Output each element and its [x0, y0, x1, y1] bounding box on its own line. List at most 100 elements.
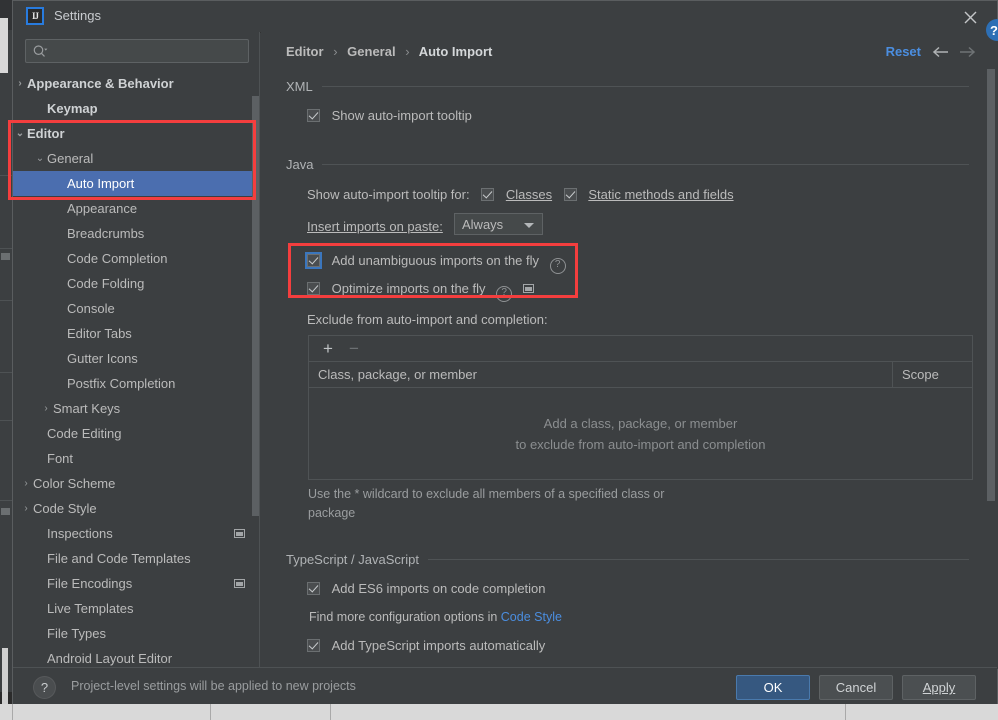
sidebar-item-label: Smart Keys	[53, 401, 121, 416]
sidebar-item-label: Auto Import	[67, 176, 135, 191]
section-java: Java	[286, 157, 969, 172]
sidebar-item-android-layout-editor[interactable]: Android Layout Editor	[13, 646, 259, 669]
chevron-right-icon[interactable]: ›	[39, 396, 53, 421]
es6-imports-checkbox[interactable]	[307, 582, 320, 595]
sidebar-item-appearance[interactable]: Appearance	[13, 196, 259, 221]
project-scope-icon	[522, 284, 534, 293]
chevron-down-icon[interactable]: ⌄	[13, 121, 27, 146]
show-auto-import-tooltip-row[interactable]: Show auto-import tooltip	[307, 108, 472, 123]
optimize-imports-row[interactable]: Optimize imports on the fly ?	[307, 281, 534, 302]
section-divider	[321, 85, 969, 87]
sidebar-item-label: Appearance & Behavior	[27, 76, 174, 91]
breadcrumb-auto-import: Auto Import	[418, 44, 493, 59]
sidebar-item-general[interactable]: ⌄ General	[13, 146, 259, 171]
sidebar-item-code-editing[interactable]: Code Editing	[13, 421, 259, 446]
chevron-right-icon[interactable]: ›	[19, 496, 33, 521]
code-style-link[interactable]: Code Style	[501, 610, 562, 624]
sidebar-item-code-style[interactable]: › Code Style	[13, 496, 259, 521]
sidebar-item-keymap[interactable]: Keymap	[13, 96, 259, 121]
optimize-imports-checkbox[interactable]	[307, 282, 320, 295]
taskbar-divider	[210, 704, 211, 720]
arrow-right-icon[interactable]	[957, 42, 977, 62]
sidebar-item-inspections[interactable]: Inspections	[13, 521, 259, 546]
help-icon[interactable]: ?	[496, 286, 513, 302]
cancel-button[interactable]: Cancel	[819, 675, 893, 700]
insert-imports-value: Always	[462, 216, 504, 232]
search-box[interactable]	[25, 39, 249, 63]
sidebar-item-code-completion[interactable]: Code Completion	[13, 246, 259, 271]
sidebar-item-live-templates[interactable]: Live Templates	[13, 596, 259, 621]
sidebar-item-label: Editor	[27, 126, 65, 141]
remove-button[interactable]: −	[344, 339, 364, 359]
sidebar-item-editor[interactable]: ⌄ Editor	[13, 121, 259, 146]
content-scrollbar-thumb[interactable]	[987, 69, 995, 501]
add-unambiguous-checkbox[interactable]	[305, 252, 322, 269]
static-methods-label[interactable]: Static methods and fields	[588, 187, 733, 202]
sidebar-item-font[interactable]: Font	[13, 446, 259, 471]
sidebar-item-label: Code Completion	[67, 251, 168, 266]
ts-auto-imports-row[interactable]: Add TypeScript imports automatically	[307, 638, 545, 653]
settings-content: Editor › General › Auto Import Reset XML…	[261, 32, 998, 669]
sidebar-item-editor-tabs[interactable]: Editor Tabs	[13, 321, 259, 346]
classes-label[interactable]: Classes	[506, 187, 552, 202]
ts-auto-imports-checkbox[interactable]	[307, 639, 320, 652]
sidebar-item-breadcrumbs[interactable]: Breadcrumbs	[13, 221, 259, 246]
breadcrumb-general[interactable]: General	[347, 44, 395, 59]
exclude-table-empty-state: Add a class, package, or member to exclu…	[309, 388, 972, 480]
apply-button[interactable]: Apply	[902, 675, 976, 700]
sidebar-item-console[interactable]: Console	[13, 296, 259, 321]
sidebar-item-label: Gutter Icons	[67, 351, 138, 366]
reset-button[interactable]: Reset	[886, 44, 921, 59]
tooltip-for-label: Show auto-import tooltip for:	[307, 187, 470, 202]
help-icon[interactable]: ?	[549, 258, 566, 274]
dialog-title: Settings	[54, 8, 101, 23]
help-icon[interactable]: ?	[33, 676, 56, 699]
dialog-footer: ? Project-level settings will be applied…	[13, 667, 997, 705]
breadcrumb-editor[interactable]: Editor	[286, 44, 324, 59]
sidebar-item-label: Font	[47, 451, 74, 466]
sidebar-item-auto-import[interactable]: Auto Import	[13, 171, 259, 196]
add-button[interactable]: +	[318, 339, 338, 359]
sidebar-item-appearance-behavior[interactable]: › Appearance & Behavior	[13, 71, 259, 96]
add-unambiguous-label: Add unambiguous imports on the fly	[331, 253, 540, 268]
ide-bg-divider	[0, 175, 12, 176]
ok-button[interactable]: OK	[736, 675, 810, 700]
sidebar-item-file-and-code-templates[interactable]: File and Code Templates	[13, 546, 259, 571]
chevron-right-icon[interactable]: ›	[19, 471, 33, 496]
column-header-class[interactable]: Class, package, or member	[309, 367, 892, 382]
chevron-down-icon[interactable]: ⌄	[33, 146, 47, 171]
chevron-right-icon[interactable]: ›	[13, 71, 27, 96]
sidebar-scrollbar-thumb[interactable]	[252, 96, 259, 516]
wildcard-hint: Use the * wildcard to exclude all member…	[308, 487, 665, 520]
settings-sidebar: › Appearance & Behavior Keymap ⌄ Editor ⌄ Gene…	[13, 32, 260, 669]
sidebar-item-gutter-icons[interactable]: Gutter Icons	[13, 346, 259, 371]
es6-imports-label: Add ES6 imports on code completion	[331, 581, 546, 596]
arrow-left-icon[interactable]	[931, 42, 951, 62]
sidebar-item-code-folding[interactable]: Code Folding	[13, 271, 259, 296]
static-methods-checkbox[interactable]	[563, 188, 577, 201]
sidebar-item-file-encodings[interactable]: File Encodings	[13, 571, 259, 596]
sidebar-item-label: Appearance	[67, 201, 138, 216]
logo-text: IJ	[31, 10, 39, 21]
search-input[interactable]	[25, 39, 249, 63]
screen: IJ Settings › Appearance & Behavior Keym…	[0, 0, 998, 720]
insert-imports-select[interactable]: Always	[454, 213, 543, 235]
exclude-table-toolbar: + −	[309, 336, 972, 362]
column-header-scope[interactable]: Scope	[892, 362, 972, 387]
sidebar-item-color-scheme[interactable]: › Color Scheme	[13, 471, 259, 496]
sidebar-item-file-types[interactable]: File Types	[13, 621, 259, 646]
show-auto-import-tooltip-checkbox[interactable]	[307, 109, 320, 122]
ide-bg-scrollbar[interactable]	[2, 648, 8, 710]
es6-imports-row[interactable]: Add ES6 imports on code completion	[307, 581, 546, 596]
sidebar-item-smart-keys[interactable]: › Smart Keys	[13, 396, 259, 421]
sidebar-scrollbar-track[interactable]	[251, 71, 259, 669]
taskbar-divider	[330, 704, 331, 720]
add-unambiguous-row[interactable]: Add unambiguous imports on the fly ?	[305, 252, 566, 274]
sidebar-item-label: General	[47, 151, 94, 166]
taskbar-divider	[845, 704, 846, 720]
sidebar-item-postfix-completion[interactable]: Postfix Completion	[13, 371, 259, 396]
classes-checkbox[interactable]	[481, 188, 495, 201]
close-icon[interactable]	[959, 6, 981, 28]
find-more-prefix: Find more configuration options in	[309, 610, 501, 624]
sidebar-item-label: Inspections	[47, 526, 113, 541]
